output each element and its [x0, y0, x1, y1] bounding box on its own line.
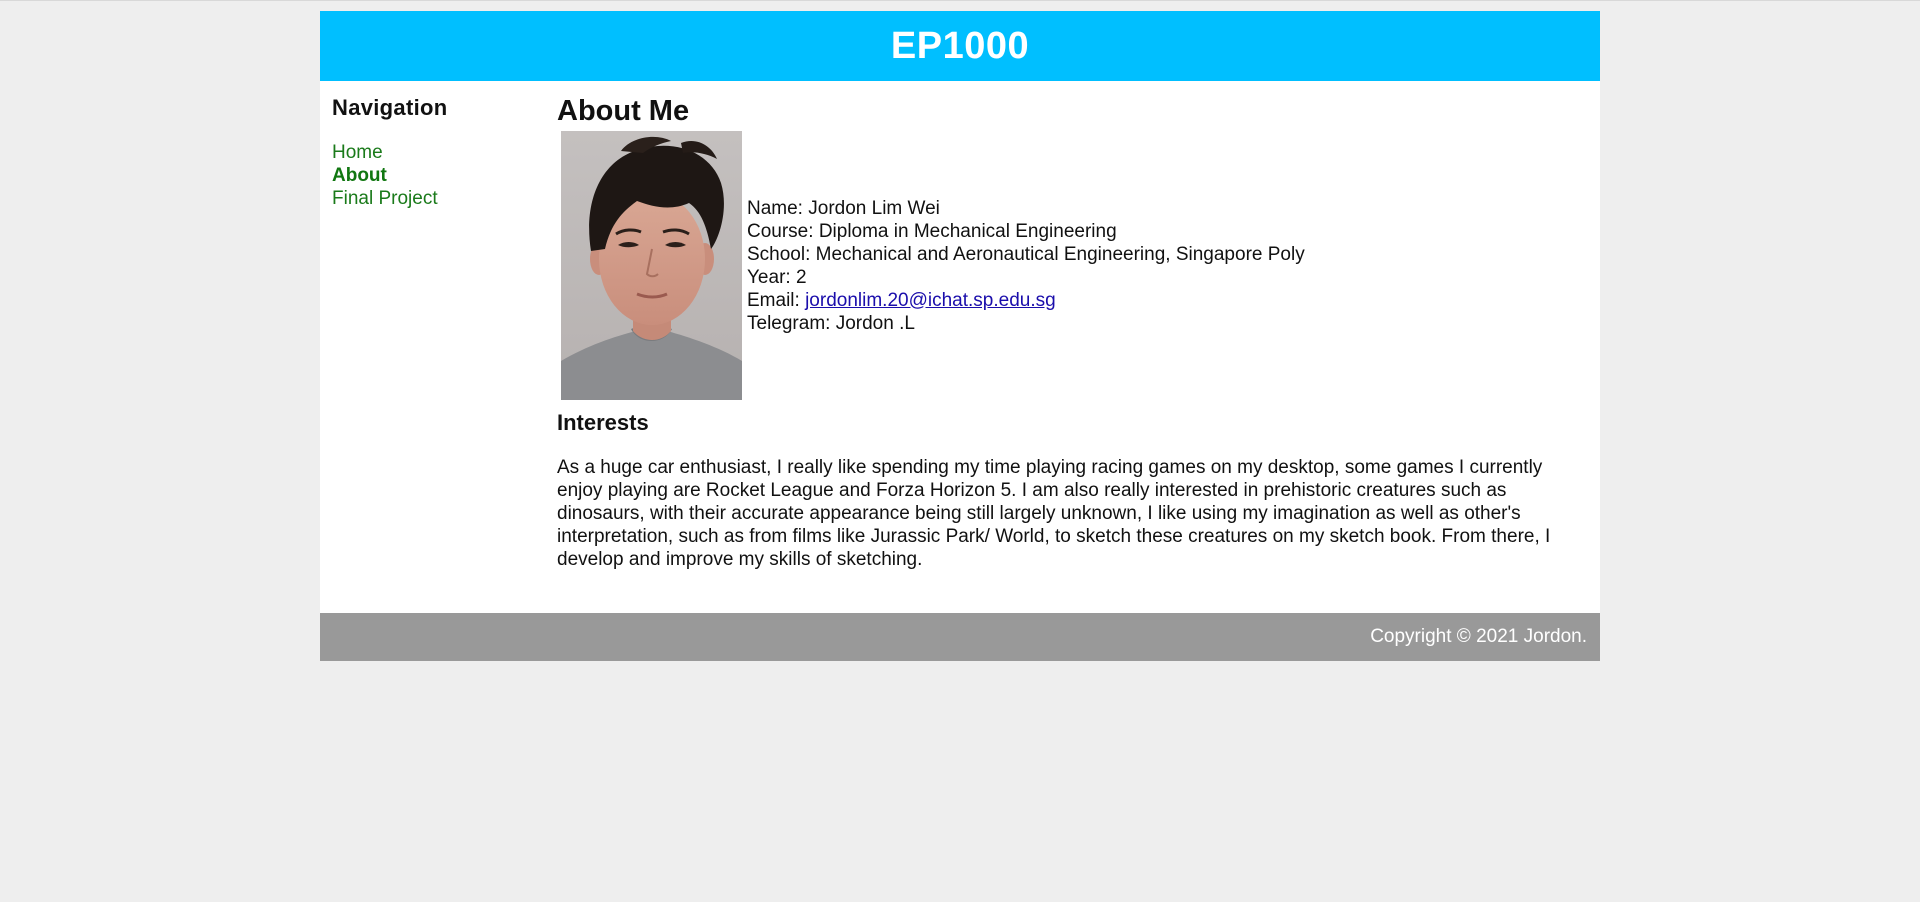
page-title: About Me — [557, 95, 690, 127]
copyright-text: Copyright © 2021 Jordon. — [1370, 626, 1587, 647]
site-title: EP1000 — [890, 24, 1030, 67]
content-row: Navigation Home About Final Project Abou… — [320, 81, 1600, 591]
info-year-row: Year: 2 — [747, 266, 1305, 289]
nav-item-about: About — [332, 164, 545, 187]
name-label: Name: — [747, 197, 809, 219]
nav-heading: Navigation — [332, 95, 448, 120]
school-label: School: — [747, 243, 816, 265]
site-footer: Copyright © 2021 Jordon. — [320, 613, 1600, 661]
telegram-label: Telegram: — [747, 312, 836, 334]
info-name-row: Name: Jordon Lim Wei — [747, 197, 1305, 220]
info-telegram-row: Telegram: Jordon .L — [747, 312, 1305, 335]
info-school-row: School: Mechanical and Aeronautical Engi… — [747, 243, 1305, 266]
nav-link-about[interactable]: About — [332, 165, 387, 186]
nav-link-home[interactable]: Home — [332, 142, 383, 163]
telegram-value: Jordon .L — [835, 312, 915, 334]
profile-section: Name: Jordon Lim Wei Course: Diploma in … — [557, 131, 1585, 400]
nav-item-home: Home — [332, 141, 545, 164]
email-label: Email: — [747, 289, 806, 311]
school-value: Mechanical and Aeronautical Engineering,… — [815, 243, 1305, 265]
interests-heading: Interests — [557, 410, 649, 435]
profile-photo — [561, 131, 742, 400]
year-value: 2 — [795, 266, 807, 288]
nav-item-final-project: Final Project — [332, 187, 545, 210]
info-email-row: Email: jordonlim.20@ichat.sp.edu.sg — [747, 289, 1305, 312]
nav-list: Home About Final Project — [332, 141, 545, 210]
main-content: About Me Name: Jordon Lim Wei Course: Di… — [545, 81, 1600, 591]
email-link[interactable]: jordonlim.20@ichat.sp.edu.sg — [805, 290, 1056, 311]
course-value: Diploma in Mechanical Engineering — [818, 220, 1117, 242]
page-container: EP1000 Navigation Home About Final Proje… — [320, 11, 1600, 661]
info-course-row: Course: Diploma in Mechanical Engineerin… — [747, 220, 1305, 243]
sidebar: Navigation Home About Final Project — [320, 81, 545, 591]
interests-paragraph: As a huge car enthusiast, I really like … — [557, 457, 1551, 570]
site-header: EP1000 — [320, 11, 1600, 81]
nav-link-final-project[interactable]: Final Project — [332, 188, 438, 209]
course-label: Course: — [747, 220, 819, 242]
year-label: Year: — [747, 266, 796, 288]
profile-info: Name: Jordon Lim Wei Course: Diploma in … — [747, 197, 1305, 335]
name-value: Jordon Lim Wei — [808, 197, 940, 219]
